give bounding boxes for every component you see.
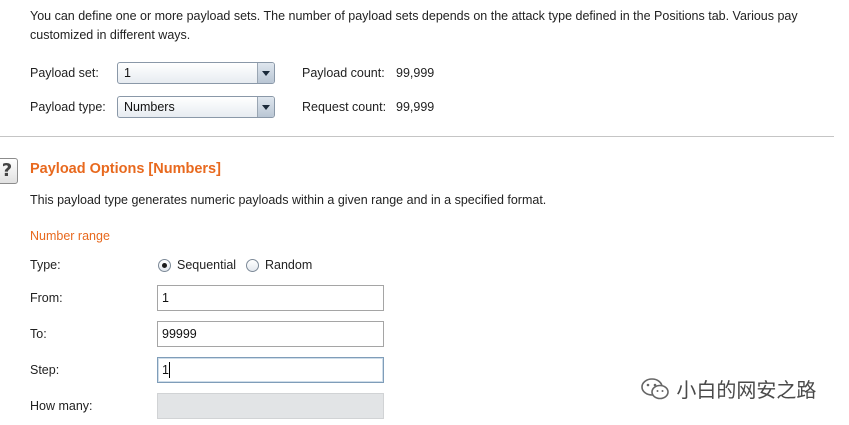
payload-set-select[interactable]: 1 [117,62,275,84]
payload-set-value: 1 [124,66,131,80]
intro-line-1: You can define one or more payload sets.… [30,9,798,23]
to-value: 99999 [162,327,197,341]
to-label: To: [30,327,47,341]
section-divider [0,136,834,137]
from-value: 1 [162,291,169,305]
watermark-text: 小白的网安之路 [676,378,817,402]
payload-type-label: Payload type: [30,100,106,114]
type-label: Type: [30,258,61,272]
number-range-heading: Number range [30,229,110,243]
intro-line-2: customized in different ways. [30,28,191,42]
radio-sequential[interactable] [158,259,171,272]
request-count-value: 99,999 [396,100,435,114]
chevron-down-icon[interactable] [257,97,274,117]
payload-count-label: Payload count: [302,66,385,80]
from-label: From: [30,291,63,305]
wechat-icon [641,378,669,400]
to-field[interactable]: 99999 [157,321,384,347]
payload-set-label: Payload set: [30,66,99,80]
payload-type-value: Numbers [124,100,175,114]
radio-random-label[interactable]: Random [265,258,312,272]
section-title: Payload Options [Numbers] [30,161,221,177]
step-label: Step: [30,363,60,377]
section-description: This payload type generates numeric payl… [30,193,547,207]
chevron-down-icon[interactable] [257,63,274,83]
radio-random[interactable] [246,259,259,272]
help-icon[interactable]: ? [0,158,18,184]
how-many-field [157,393,384,419]
step-value: 1 [162,363,169,377]
text-caret [169,362,170,378]
from-field[interactable]: 1 [157,285,384,311]
payload-count-value: 99,999 [396,66,435,80]
request-count-label: Request count: [302,100,387,114]
radio-sequential-label[interactable]: Sequential [177,258,236,272]
step-field[interactable]: 1 [157,357,384,383]
watermark: 小白的网安之路 [640,374,816,403]
payload-type-select[interactable]: Numbers [117,96,275,118]
how-many-label: How many: [30,399,93,413]
